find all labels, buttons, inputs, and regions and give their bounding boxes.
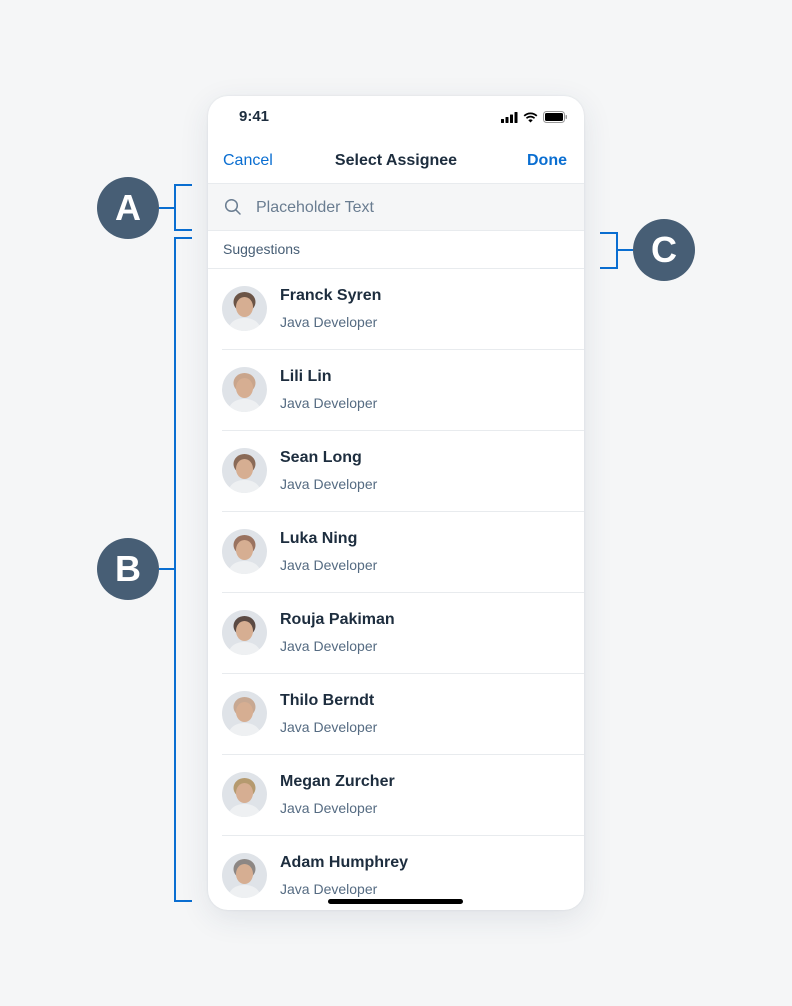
search-icon bbox=[224, 198, 241, 215]
person-role: Java Developer bbox=[280, 638, 378, 654]
search-input[interactable] bbox=[254, 194, 558, 222]
annotation-b-connector bbox=[159, 568, 175, 570]
status-time: 9:41 bbox=[239, 108, 270, 125]
person-name: Thilo Berndt bbox=[280, 692, 375, 709]
status-bar: 9:41 bbox=[208, 96, 584, 140]
annotation-a: A bbox=[97, 177, 159, 239]
done-button[interactable]: Done bbox=[527, 152, 567, 170]
annotation-b-bracket-bottom bbox=[174, 900, 192, 902]
home-indicator[interactable] bbox=[328, 899, 463, 904]
person-name: Sean Long bbox=[280, 449, 362, 466]
wifi-icon bbox=[523, 112, 538, 122]
list-item[interactable]: Lili Lin Java Developer bbox=[208, 350, 584, 431]
avatar bbox=[222, 853, 267, 898]
person-name: Franck Syren bbox=[280, 287, 382, 304]
person-name: Rouja Pakiman bbox=[280, 611, 395, 628]
navigation-bar: Cancel Select Assignee Done bbox=[208, 140, 584, 184]
annotation-a-bracket-top bbox=[174, 184, 192, 186]
avatar bbox=[222, 691, 267, 736]
annotation-b-bracket bbox=[174, 237, 176, 902]
signal-icon bbox=[501, 111, 518, 123]
person-photo-icon bbox=[222, 286, 267, 331]
person-role: Java Developer bbox=[280, 719, 378, 735]
phone-screen: 9:41 Cancel Select Assignee Done Placeho… bbox=[208, 96, 584, 910]
person-photo-icon bbox=[222, 529, 267, 574]
avatar bbox=[222, 286, 267, 331]
list-item[interactable]: Thilo Berndt Java Developer bbox=[208, 674, 584, 755]
person-role: Java Developer bbox=[280, 314, 378, 330]
person-name: Megan Zurcher bbox=[280, 773, 395, 790]
person-role: Java Developer bbox=[280, 476, 378, 492]
person-photo-icon bbox=[222, 853, 267, 898]
annotation-a-bracket-bottom bbox=[174, 229, 192, 231]
person-photo-icon bbox=[222, 772, 267, 817]
annotation-c-bracket bbox=[616, 232, 618, 269]
list-item[interactable]: Megan Zurcher Java Developer bbox=[208, 755, 584, 836]
person-name: Adam Humphrey bbox=[280, 854, 409, 871]
annotation-c: C bbox=[633, 219, 695, 281]
annotation-b-bracket-top bbox=[174, 237, 192, 239]
list-item[interactable]: Rouja Pakiman Java Developer bbox=[208, 593, 584, 674]
avatar bbox=[222, 772, 267, 817]
person-role: Java Developer bbox=[280, 395, 378, 411]
person-role: Java Developer bbox=[280, 800, 378, 816]
person-photo-icon bbox=[222, 367, 267, 412]
annotation-c-connector bbox=[617, 249, 633, 251]
avatar bbox=[222, 610, 267, 655]
annotation-a-connector bbox=[159, 207, 175, 209]
person-role: Java Developer bbox=[280, 881, 378, 897]
person-photo-icon bbox=[222, 610, 267, 655]
list-item[interactable]: Luka Ning Java Developer bbox=[208, 512, 584, 593]
annotation-a-bracket bbox=[174, 184, 176, 231]
section-header: Suggestions bbox=[208, 231, 584, 269]
battery-icon bbox=[543, 111, 567, 123]
status-icons bbox=[501, 111, 568, 123]
avatar bbox=[222, 529, 267, 574]
person-name: Lili Lin bbox=[280, 368, 332, 385]
annotation-c-bracket-top bbox=[600, 232, 618, 234]
list-item[interactable]: Franck Syren Java Developer bbox=[208, 269, 584, 350]
person-photo-icon bbox=[222, 691, 267, 736]
suggestions-list: Franck Syren Java Developer Lili Lin Jav… bbox=[208, 269, 584, 910]
avatar bbox=[222, 367, 267, 412]
search-bar bbox=[208, 184, 584, 231]
list-item[interactable]: Sean Long Java Developer bbox=[208, 431, 584, 512]
person-name: Luka Ning bbox=[280, 530, 358, 547]
section-header-label: Suggestions bbox=[223, 241, 301, 257]
avatar bbox=[222, 448, 267, 493]
person-role: Java Developer bbox=[280, 557, 378, 573]
person-photo-icon bbox=[222, 448, 267, 493]
annotation-b: B bbox=[97, 538, 159, 600]
annotation-c-bracket-bottom bbox=[600, 267, 618, 269]
